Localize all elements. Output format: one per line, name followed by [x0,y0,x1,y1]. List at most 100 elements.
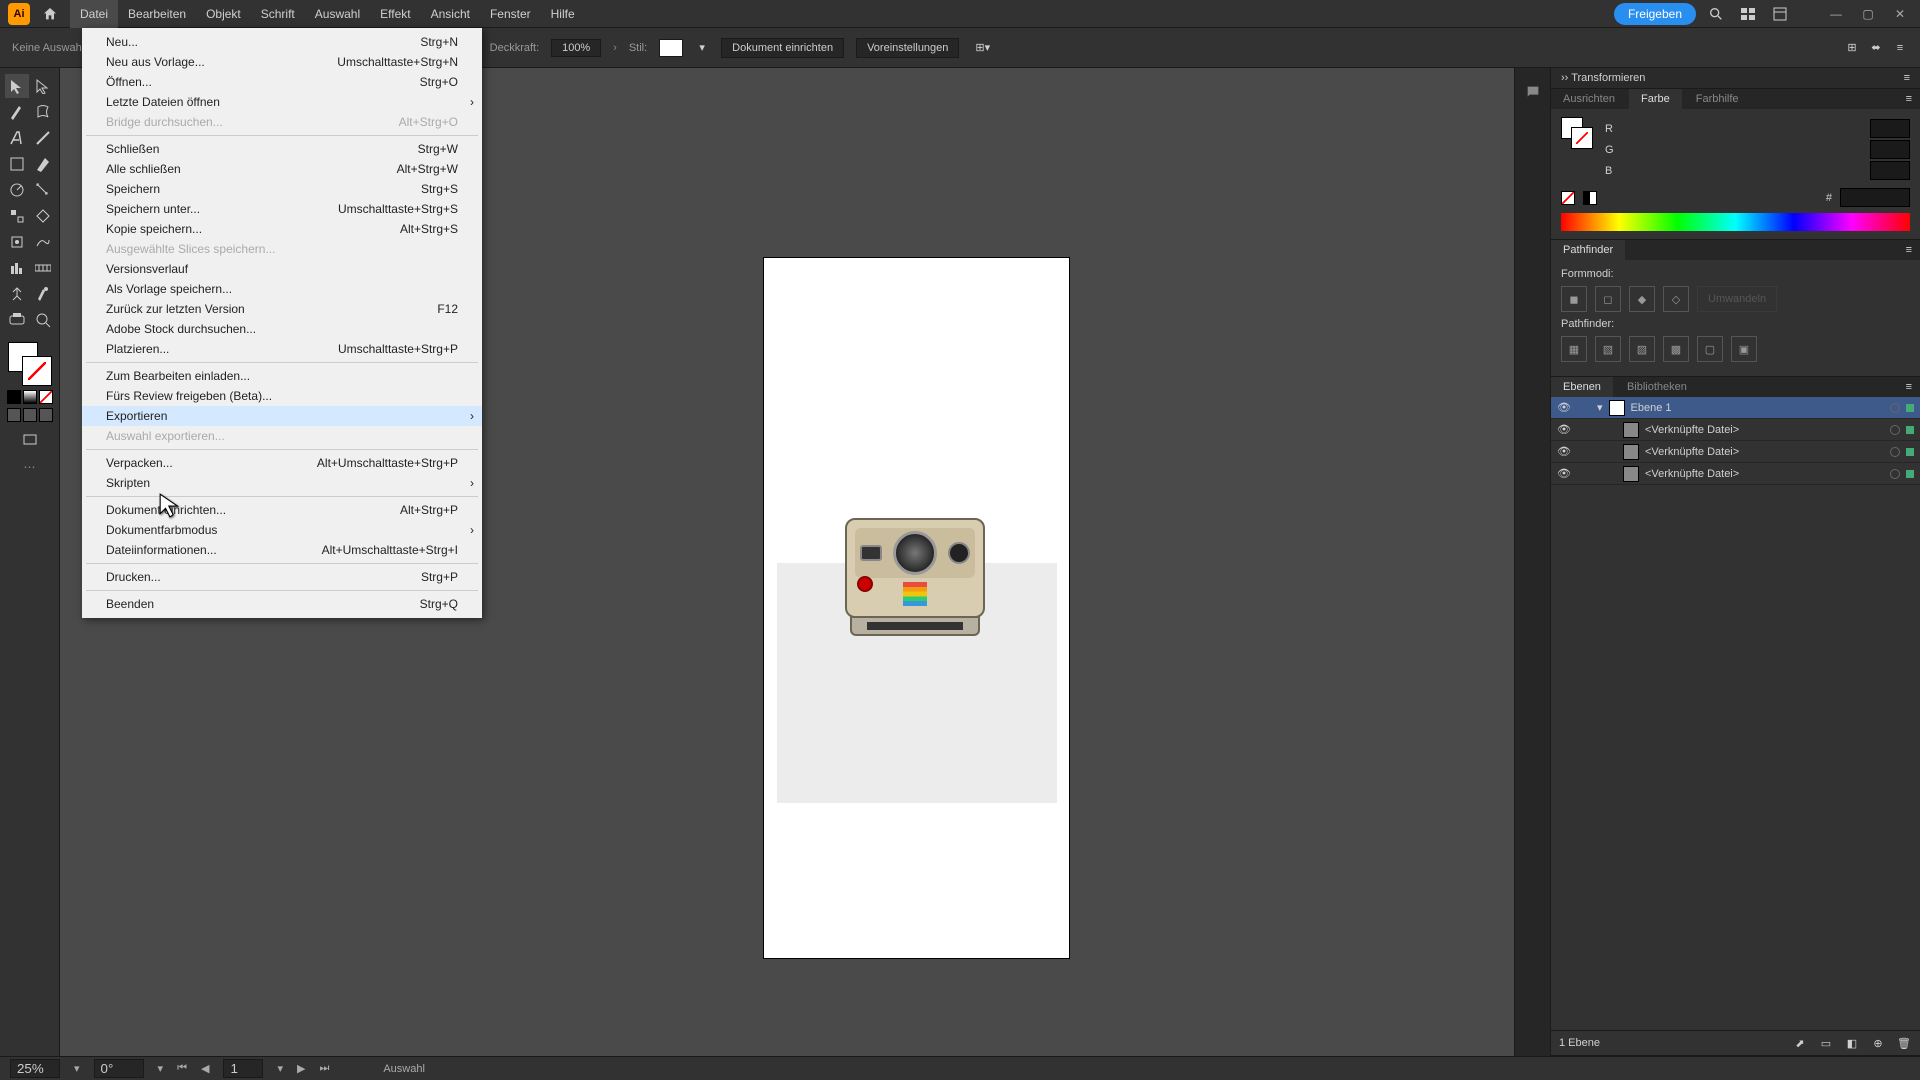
grid-icon[interactable]: ⊞ [1844,40,1860,56]
placed-image[interactable] [830,518,1000,660]
minus-back-icon[interactable]: ▣ [1731,336,1757,362]
menu-item[interactable]: Skripten› [82,473,482,493]
menu-item[interactable]: Adobe Stock durchsuchen... [82,319,482,339]
search-icon[interactable] [1704,2,1728,26]
layer-name[interactable]: <Verknüpfte Datei> [1645,446,1884,458]
menu-item[interactable]: Als Vorlage speichern... [82,279,482,299]
unite-icon[interactable]: ◼ [1561,286,1587,312]
menu-item[interactable]: Dokumentfarbmodus› [82,520,482,540]
tab-align[interactable]: Ausrichten [1551,89,1627,109]
align-icon[interactable]: ⬌ [1868,40,1884,56]
expand-icon[interactable]: ▾ [1597,401,1603,414]
menu-item[interactable]: Exportieren› [82,406,482,426]
none-mode-icon[interactable] [39,390,53,404]
menu-item[interactable]: Speichern unter...Umschalttaste+Strg+S [82,199,482,219]
gradient-mode-icon[interactable] [23,390,37,404]
tool-1[interactable] [31,74,55,98]
crop-icon[interactable]: ▩ [1663,336,1689,362]
chevron-down-icon[interactable]: ▾ [277,1062,283,1075]
new-sublayer-icon[interactable]: ◧ [1844,1035,1860,1051]
align-icon[interactable]: ⊞▾ [975,41,990,54]
panel-menu-icon[interactable]: ≡ [1898,377,1920,397]
fill-stroke-swatch[interactable] [8,342,52,386]
layer-name[interactable]: Ebene 1 [1631,402,1884,414]
visibility-icon[interactable]: 👁 [1557,467,1571,480]
color-swatch[interactable] [1561,117,1593,149]
tool-8[interactable] [5,178,29,202]
panel-menu-icon[interactable]: ≡ [1898,240,1920,260]
tool-14[interactable] [5,256,29,280]
menubar-item-hilfe[interactable]: Hilfe [541,0,585,28]
target-icon[interactable] [1890,403,1900,413]
opacity-input[interactable]: 100% [551,39,601,57]
tool-13[interactable] [31,230,55,254]
layer-row[interactable]: 👁 <Verknüpfte Datei> [1551,419,1920,441]
menubar-item-schrift[interactable]: Schrift [251,0,305,28]
clip-icon[interactable]: ▭ [1818,1035,1834,1051]
tool-11[interactable] [31,204,55,228]
menubar-item-auswahl[interactable]: Auswahl [305,0,370,28]
tool-15[interactable] [31,256,55,280]
menu-item[interactable]: Platzieren...Umschalttaste+Strg+P [82,339,482,359]
panel-menu-icon[interactable]: ≡ [1898,89,1920,109]
tab-color[interactable]: Farbe [1629,89,1682,109]
transform-panel-header[interactable]: ›› Transformieren ≡ [1551,68,1920,88]
chevron-down-icon[interactable]: ▾ [695,41,709,55]
rotate-input[interactable] [94,1059,144,1078]
menubar-item-effekt[interactable]: Effekt [370,0,420,28]
minus-front-icon[interactable]: ◻ [1595,286,1621,312]
merge-icon[interactable]: ▨ [1629,336,1655,362]
tool-4[interactable] [5,126,29,150]
menu-item[interactable]: SpeichernStrg+S [82,179,482,199]
app-icon[interactable]: Ai [8,3,30,25]
tool-18[interactable] [5,308,29,332]
trim-icon[interactable]: ▧ [1595,336,1621,362]
home-icon[interactable] [38,2,62,26]
screen-mode-icon[interactable] [18,428,42,452]
tool-3[interactable] [31,100,55,124]
menu-item[interactable]: Verpacken...Alt+Umschalttaste+Strg+P [82,453,482,473]
visibility-icon[interactable]: 👁 [1557,423,1571,436]
menubar-item-bearbeiten[interactable]: Bearbeiten [118,0,196,28]
visibility-icon[interactable]: 👁 [1557,401,1571,414]
menu-item[interactable]: BeendenStrg+Q [82,594,482,614]
menu-item[interactable]: Zum Bearbeiten einladen... [82,366,482,386]
next-artboard-icon[interactable]: ▶ [297,1062,305,1075]
menu-item[interactable]: Letzte Dateien öffnen› [82,92,482,112]
close-icon[interactable]: ✕ [1888,2,1912,26]
menu-item[interactable]: Dokument einrichten...Alt+Strg+P [82,500,482,520]
tool-19[interactable] [31,308,55,332]
divide-icon[interactable]: ▦ [1561,336,1587,362]
menu-item[interactable]: Zurück zur letzten VersionF12 [82,299,482,319]
draw-behind-icon[interactable] [23,408,37,422]
tool-16[interactable] [5,282,29,306]
tab-color-guide[interactable]: Farbhilfe [1684,89,1751,109]
minimize-icon[interactable]: — [1824,2,1848,26]
visibility-icon[interactable]: 👁 [1557,445,1571,458]
first-artboard-icon[interactable]: ⏮ [177,1062,187,1075]
locate-icon[interactable]: ⬈ [1792,1035,1808,1051]
tool-5[interactable] [31,126,55,150]
more-tools-icon[interactable]: ⋯ [24,460,36,474]
menubar-item-datei[interactable]: Datei [70,0,118,28]
tool-17[interactable] [31,282,55,306]
spectrum-bar[interactable] [1561,213,1910,231]
g-input[interactable] [1870,140,1910,159]
chevron-right-icon[interactable]: › [613,42,617,54]
layer-row[interactable]: 👁 ▾ Ebene 1 [1551,397,1920,419]
style-swatch[interactable] [659,39,683,57]
menu-item[interactable]: Neu...Strg+N [82,32,482,52]
layer-name[interactable]: <Verknüpfte Datei> [1645,468,1884,480]
layer-row[interactable]: 👁 <Verknüpfte Datei> [1551,463,1920,485]
tab-layers[interactable]: Ebenen [1551,377,1613,397]
draw-normal-icon[interactable] [7,408,21,422]
share-button[interactable]: Freigeben [1614,3,1696,25]
tool-9[interactable] [31,178,55,202]
menubar-item-fenster[interactable]: Fenster [480,0,541,28]
tab-libraries[interactable]: Bibliotheken [1615,377,1699,397]
menu-item[interactable]: Fürs Review freigeben (Beta)... [82,386,482,406]
target-icon[interactable] [1890,447,1900,457]
menu-item[interactable]: Öffnen...Strg+O [82,72,482,92]
tab-pathfinder[interactable]: Pathfinder [1551,240,1625,260]
exclude-icon[interactable]: ◇ [1663,286,1689,312]
